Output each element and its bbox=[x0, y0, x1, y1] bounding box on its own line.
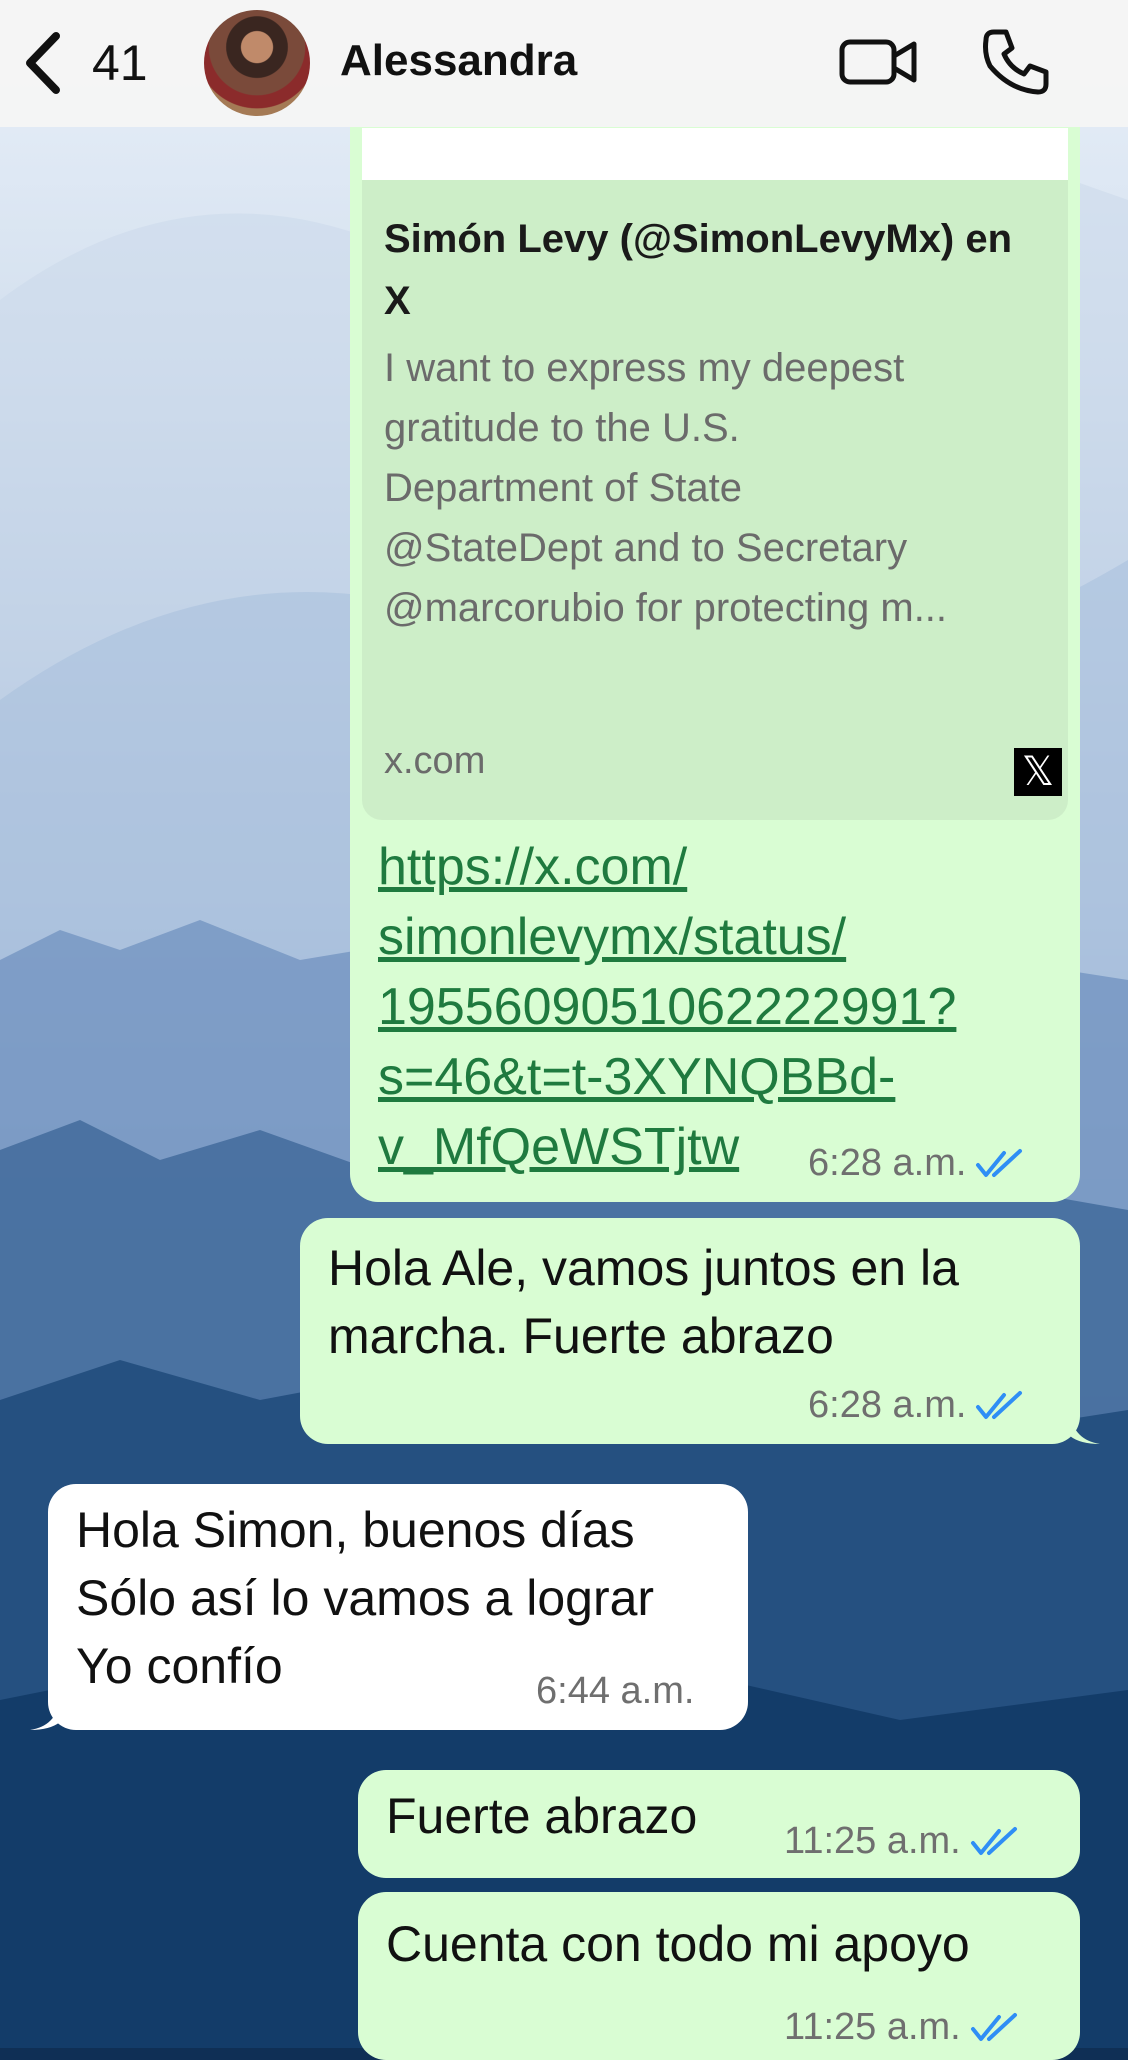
message-bubble-outgoing[interactable]: Hola Ale, vamos juntos en la marcha. Fue… bbox=[300, 1218, 1080, 1444]
message-link[interactable]: https://x.com/ simonlevymx/status/ 19556… bbox=[378, 832, 1078, 1182]
message-meta: 6:44 a.m. bbox=[536, 1670, 694, 1713]
read-ticks-icon bbox=[976, 1390, 1023, 1419]
message-meta: 6:28 a.m. bbox=[808, 1142, 1028, 1185]
chevron-left-icon bbox=[26, 32, 60, 94]
chat-header: 41 Alessandra bbox=[0, 0, 1128, 127]
message-meta: 11:25 a.m. bbox=[784, 1820, 1023, 1863]
message-time: 11:25 a.m. bbox=[784, 2006, 961, 2048]
bubble-tail bbox=[1070, 1414, 1100, 1444]
bubble-tail bbox=[30, 1700, 60, 1730]
message-meta: 11:25 a.m. bbox=[784, 2006, 1023, 2049]
read-ticks-icon bbox=[970, 1826, 1017, 1855]
phone-icon[interactable] bbox=[980, 26, 1052, 98]
back-button[interactable]: 41 bbox=[18, 26, 168, 100]
message-time: 6:28 a.m. bbox=[808, 1384, 967, 1426]
message-bubble-outgoing[interactable]: Cuenta con todo mi apoyo 11:25 a.m. bbox=[358, 1892, 1080, 2060]
contact-name[interactable]: Alessandra bbox=[340, 36, 577, 86]
message-meta: 6:28 a.m. bbox=[808, 1384, 1028, 1427]
link-preview-title: Simón Levy (@SimonLevyMx) en X bbox=[384, 217, 1013, 323]
message-time: 6:44 a.m. bbox=[536, 1670, 695, 1712]
message-bubble-link[interactable]: Simón Levy (@SimonLevyMx) en X I want to… bbox=[350, 80, 1080, 1202]
link-preview-domain: x.com bbox=[384, 740, 486, 782]
message-text: Hola Ale, vamos juntos en la marcha. Fue… bbox=[328, 1240, 959, 1364]
message-text: Cuenta con todo mi apoyo bbox=[386, 1916, 970, 1972]
message-time: 6:28 a.m. bbox=[808, 1142, 967, 1184]
video-camera-icon[interactable] bbox=[838, 30, 918, 94]
link-preview-card[interactable]: Simón Levy (@SimonLevyMx) en X I want to… bbox=[362, 180, 1068, 820]
unread-count: 41 bbox=[92, 35, 148, 91]
read-ticks-icon bbox=[970, 2012, 1017, 2041]
message-time: 11:25 a.m. bbox=[784, 1820, 961, 1862]
read-ticks-icon bbox=[976, 1148, 1023, 1177]
message-bubble-outgoing[interactable]: Fuerte abrazo 11:25 a.m. bbox=[358, 1770, 1080, 1878]
x-logo-icon: 𝕏 bbox=[1014, 748, 1062, 796]
message-bubble-incoming[interactable]: Hola Simon, buenos días Sólo así lo vamo… bbox=[48, 1484, 748, 1730]
message-text: Fuerte abrazo bbox=[386, 1788, 698, 1844]
avatar[interactable] bbox=[204, 10, 310, 116]
link-preview-description: I want to express my deepest gratitude t… bbox=[384, 346, 948, 630]
